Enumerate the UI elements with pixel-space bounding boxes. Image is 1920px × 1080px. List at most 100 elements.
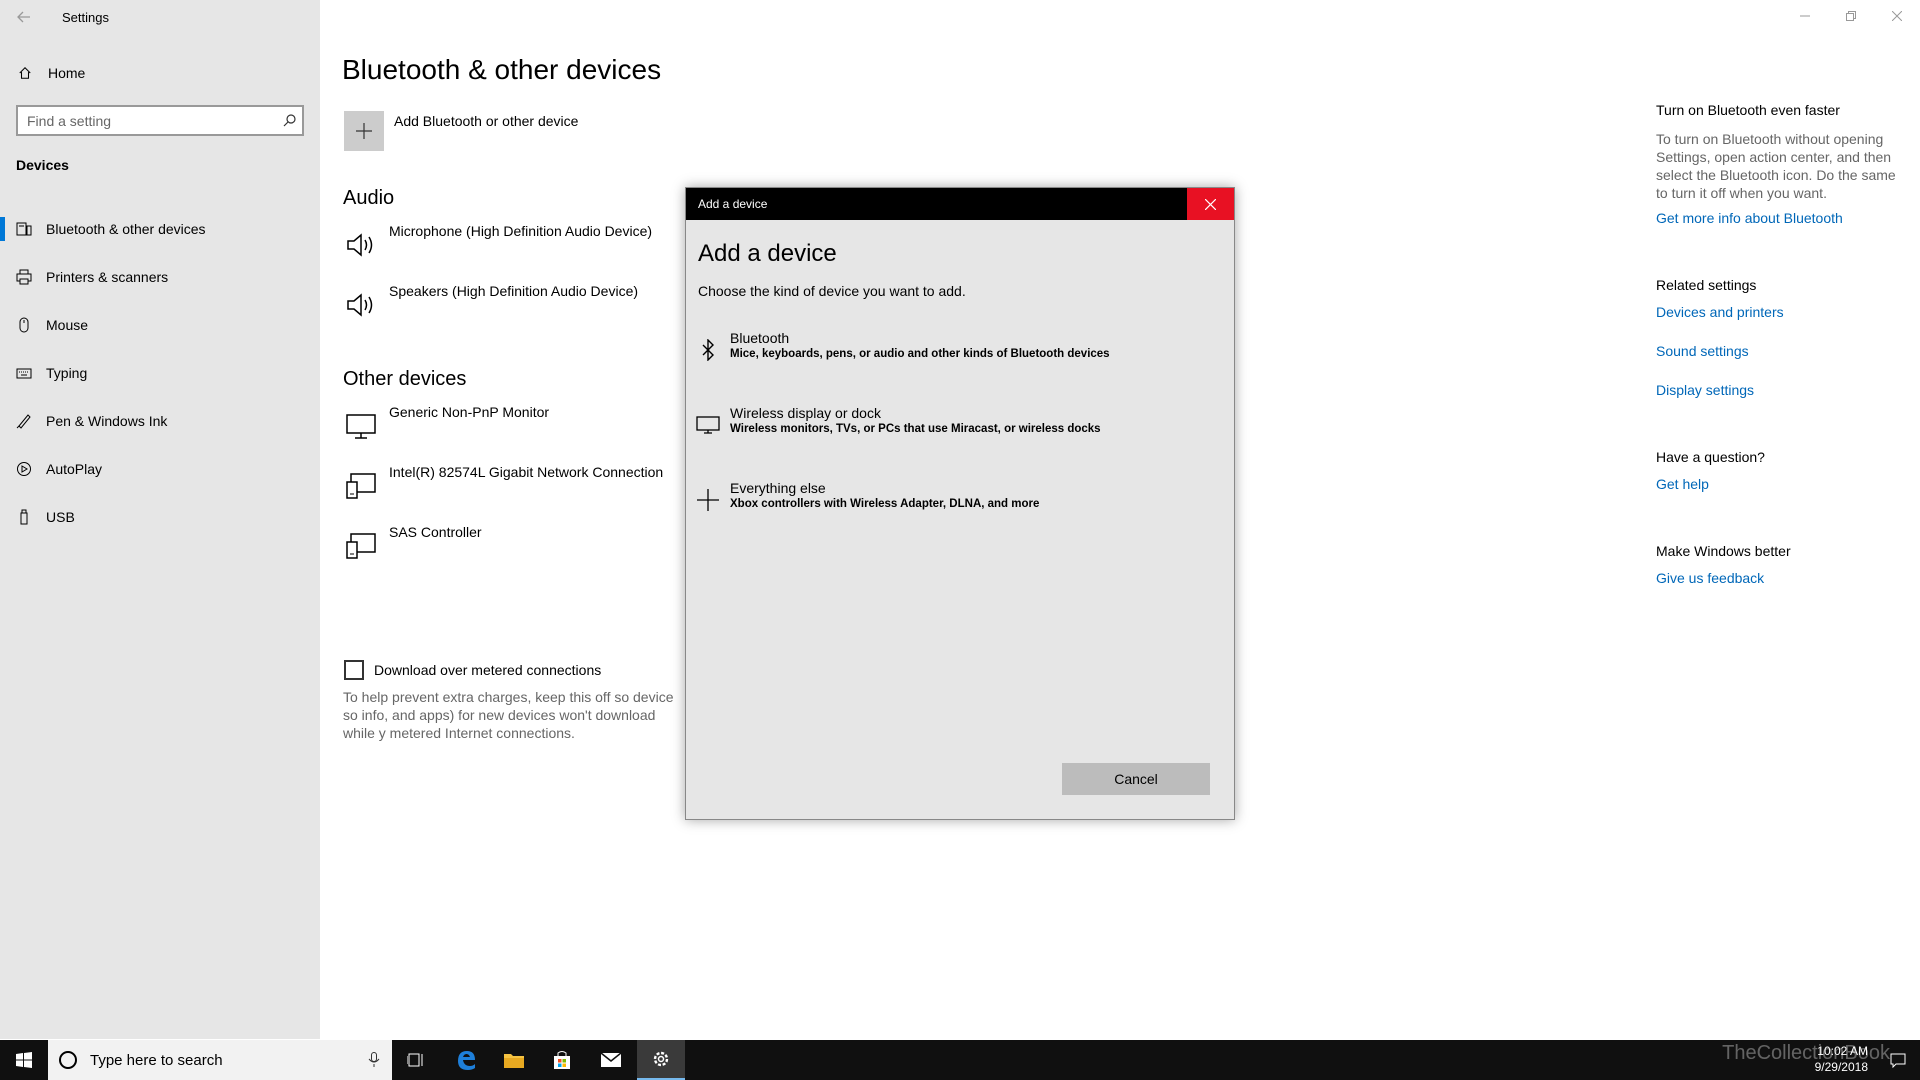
sidebar-item-autoplay[interactable]: AutoPlay — [0, 445, 320, 493]
nav-list: Bluetooth & other devices Printers & sca… — [0, 205, 320, 541]
autoplay-icon — [17, 462, 31, 476]
windows-logo-icon — [16, 1052, 32, 1068]
feedback-link[interactable]: Give us feedback — [1656, 570, 1764, 586]
bluetooth-devices-icon — [16, 222, 32, 236]
device-name: Microphone (High Definition Audio Device… — [389, 223, 653, 239]
maximize-button[interactable] — [1828, 0, 1874, 32]
home-icon — [19, 67, 31, 79]
speaker-icon — [347, 233, 373, 257]
settings-taskbar-button[interactable] — [637, 1040, 685, 1080]
device-item[interactable]: Microphone (High Definition Audio Device… — [342, 223, 702, 263]
sidebar-item-mouse[interactable]: Mouse — [0, 301, 320, 349]
option-wireless-display[interactable]: Wireless display or dock Wireless monito… — [686, 405, 1234, 461]
add-device-label[interactable]: Add Bluetooth or other device — [394, 113, 578, 129]
nav-home[interactable]: Home — [0, 57, 320, 89]
sidebar-item-label: USB — [46, 509, 75, 525]
sidebar-item-bluetooth[interactable]: Bluetooth & other devices — [0, 205, 320, 253]
other-devices-heading: Other devices — [343, 368, 467, 390]
close-button[interactable] — [1874, 0, 1920, 32]
monitor-icon — [694, 411, 722, 439]
option-description: Xbox controllers with Wireless Adapter, … — [730, 498, 1040, 510]
task-view-icon — [407, 1053, 423, 1067]
settings-search-input[interactable] — [27, 112, 276, 129]
sidebar-item-label: AutoPlay — [46, 461, 103, 477]
taskbar: Type here to search TheCollectionBook 10… — [0, 1040, 1920, 1080]
microphone-icon[interactable] — [368, 1052, 380, 1068]
taskbar-search[interactable]: Type here to search — [48, 1040, 392, 1080]
minimize-icon — [1800, 15, 1810, 17]
related-settings-heading: Related settings — [1656, 277, 1757, 293]
bluetooth-tip-text: To turn on Bluetooth without opening Set… — [1656, 131, 1896, 201]
device-icon — [346, 533, 376, 559]
feedback-heading: Make Windows better — [1656, 543, 1791, 559]
option-bluetooth[interactable]: Bluetooth Mice, keyboards, pens, or audi… — [686, 330, 1234, 386]
settings-search[interactable] — [16, 105, 304, 136]
store-icon — [554, 1051, 570, 1069]
app-title: Settings — [62, 9, 109, 25]
search-icon[interactable] — [276, 114, 302, 127]
option-title: Bluetooth — [730, 330, 790, 346]
display-settings-link[interactable]: Display settings — [1656, 382, 1754, 398]
system-tray: TheCollectionBook 10:02 AM 9/29/2018 — [1620, 1040, 1920, 1080]
settings-icon — [653, 1051, 669, 1067]
metered-checkbox-row[interactable]: Download over metered connections — [344, 660, 601, 680]
sidebar-item-pen[interactable]: Pen & Windows Ink — [0, 397, 320, 445]
title-bar: Settings — [0, 0, 320, 34]
sidebar-item-label: Bluetooth & other devices — [46, 221, 206, 237]
option-title: Everything else — [730, 480, 826, 496]
metered-checkbox[interactable] — [344, 660, 364, 680]
device-name: Generic Non-PnP Monitor — [389, 404, 550, 420]
device-item[interactable]: SAS Controller — [342, 524, 702, 564]
start-button[interactable] — [0, 1040, 48, 1080]
close-icon — [1892, 11, 1902, 21]
device-name: SAS Controller — [389, 524, 482, 540]
speaker-icon — [347, 293, 373, 317]
restore-icon — [1846, 11, 1856, 21]
add-device-button[interactable] — [344, 111, 384, 151]
page-title: Bluetooth & other devices — [342, 54, 662, 85]
option-title: Wireless display or dock — [730, 405, 881, 421]
metered-label: Download over metered connections — [374, 662, 602, 678]
usb-icon — [20, 509, 28, 525]
device-item[interactable]: Speakers (High Definition Audio Device) — [342, 283, 702, 323]
get-help-link[interactable]: Get help — [1656, 476, 1709, 492]
mail-button[interactable] — [587, 1040, 635, 1080]
cancel-button[interactable]: Cancel — [1062, 763, 1210, 795]
taskbar-search-placeholder: Type here to search — [90, 1051, 223, 1069]
dialog-close-button[interactable] — [1187, 188, 1234, 220]
store-button[interactable] — [538, 1040, 586, 1080]
metered-description: To help prevent extra charges, keep this… — [343, 689, 674, 741]
device-item[interactable]: Intel(R) 82574L Gigabit Network Connecti… — [342, 464, 702, 504]
option-everything-else[interactable]: Everything else Xbox controllers with Wi… — [686, 480, 1234, 536]
devices-printers-link[interactable]: Devices and printers — [1656, 304, 1784, 320]
sidebar-item-label: Typing — [46, 365, 88, 381]
device-item[interactable]: Generic Non-PnP Monitor — [342, 404, 702, 444]
sidebar-item-usb[interactable]: USB — [0, 493, 320, 541]
window-controls — [1782, 0, 1920, 32]
clock[interactable]: 10:02 AM 9/29/2018 — [1815, 1043, 1868, 1075]
device-name: Intel(R) 82574L Gigabit Network Connecti… — [389, 464, 664, 480]
section-label: Devices — [16, 157, 69, 173]
action-center-icon[interactable] — [1890, 1052, 1906, 1068]
back-button[interactable] — [0, 0, 48, 34]
sound-settings-link[interactable]: Sound settings — [1656, 343, 1749, 359]
file-explorer-button[interactable] — [490, 1040, 538, 1080]
question-heading: Have a question? — [1656, 449, 1765, 465]
sidebar: Settings Home Devices Bluetooth & other … — [0, 0, 320, 1039]
sidebar-item-typing[interactable]: Typing — [0, 349, 320, 397]
add-device-dialog: Add a device Add a device Choose the kin… — [685, 187, 1235, 820]
audio-heading: Audio — [343, 187, 395, 209]
keyboard-icon — [16, 368, 32, 379]
monitor-icon — [346, 414, 376, 439]
task-view-button[interactable] — [392, 1040, 440, 1080]
device-icon — [346, 473, 376, 499]
clock-time: 10:02 AM — [1817, 1044, 1868, 1058]
minimize-button[interactable] — [1782, 0, 1828, 32]
sidebar-item-printers[interactable]: Printers & scanners — [0, 253, 320, 301]
printer-icon — [16, 269, 32, 285]
sidebar-item-label: Mouse — [46, 317, 89, 333]
clock-date: 9/29/2018 — [1814, 1060, 1868, 1074]
edge-icon — [458, 1051, 475, 1070]
bluetooth-info-link[interactable]: Get more info about Bluetooth — [1656, 210, 1843, 226]
edge-button[interactable] — [442, 1040, 490, 1080]
